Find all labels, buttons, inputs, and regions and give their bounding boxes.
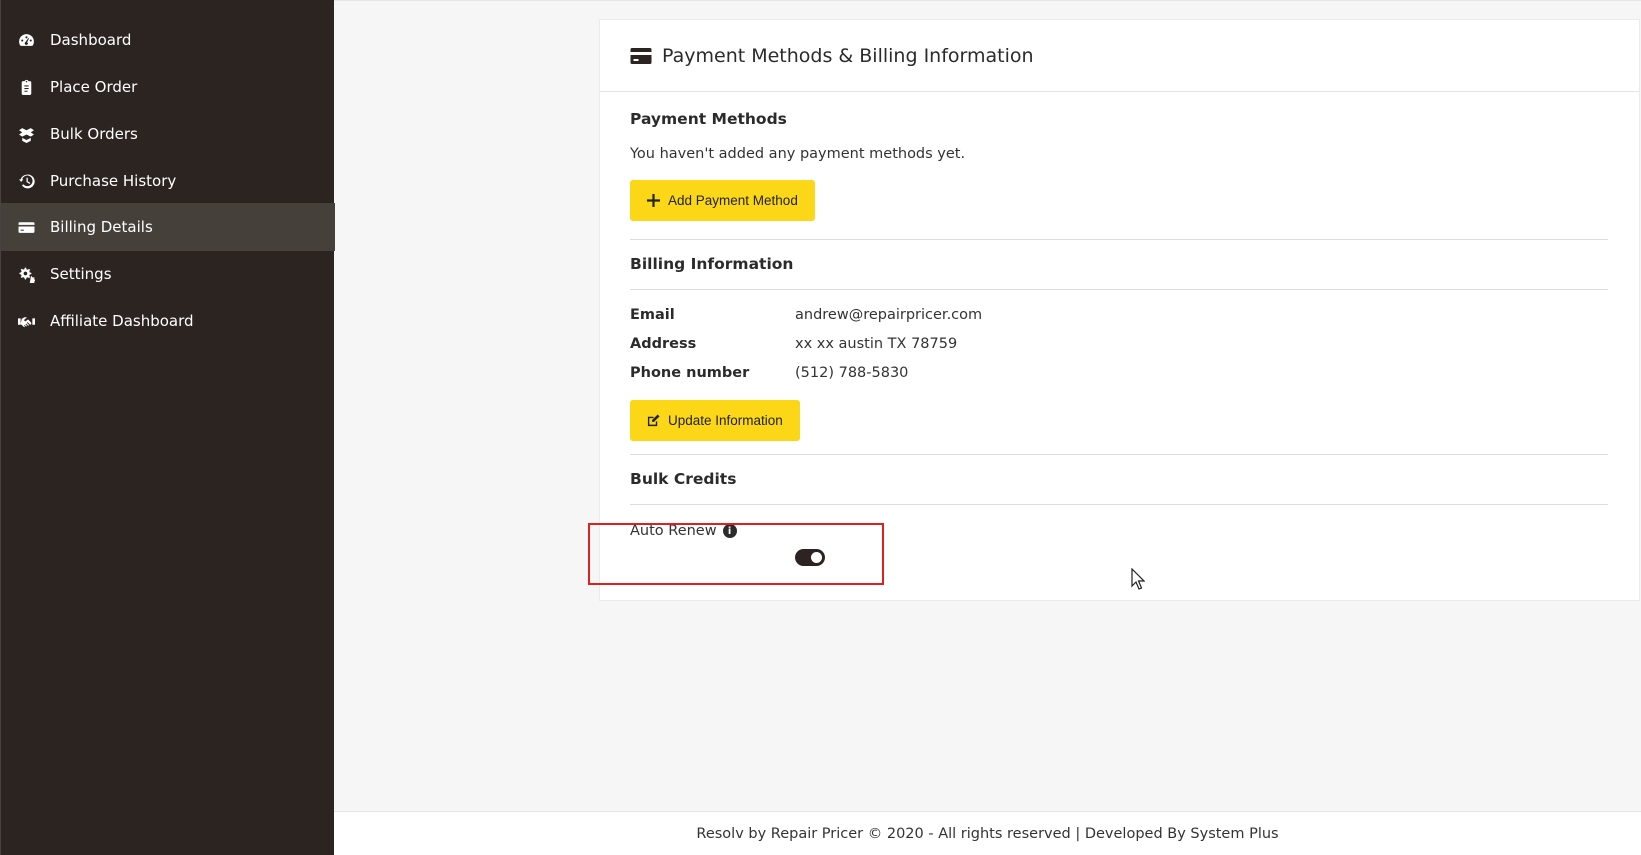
divider — [630, 239, 1608, 240]
highlight-box — [588, 523, 884, 585]
handshake-icon — [17, 312, 35, 330]
divider — [630, 289, 1608, 290]
history-icon — [17, 172, 35, 190]
add-payment-method-button[interactable]: Add Payment Method — [630, 180, 815, 221]
sidebar-item-label: Affiliate Dashboard — [50, 312, 194, 330]
footer-text: Resolv by Repair Pricer © 2020 - All rig… — [696, 826, 1279, 842]
no-payment-methods-text: You haven't added any payment methods ye… — [630, 146, 966, 162]
divider — [630, 504, 1608, 505]
sidebar-item-label: Billing Details — [50, 218, 153, 236]
boxes-icon — [17, 125, 35, 143]
address-label: Address — [630, 336, 697, 352]
update-information-button[interactable]: Update Information — [630, 400, 800, 441]
email-label: Email — [630, 307, 675, 323]
sidebar-item-label: Purchase History — [50, 172, 177, 190]
billing-information-heading: Billing Information — [630, 255, 794, 273]
phone-label: Phone number — [630, 365, 750, 381]
update-information-label: Update Information — [668, 413, 783, 428]
mouse-pointer-icon — [1131, 568, 1145, 590]
footer: Resolv by Repair Pricer © 2020 - All rig… — [334, 811, 1641, 855]
edit-icon — [647, 414, 660, 427]
divider — [630, 454, 1608, 455]
sidebar-item-label: Place Order — [50, 78, 138, 96]
cogs-icon — [17, 265, 35, 283]
sidebar: Dashboard Place Order Bulk Orders Purcha… — [0, 0, 335, 855]
page-title: Payment Methods & Billing Information — [662, 44, 1034, 67]
tachometer-icon — [17, 31, 35, 49]
billing-card: Payment Methods & Billing Information Pa… — [588, 19, 1640, 601]
email-value: andrew@repairpricer.com — [795, 307, 983, 323]
sidebar-item-label: Bulk Orders — [50, 125, 138, 143]
address-value: xx xx austin TX 78759 — [795, 336, 958, 352]
sidebar-item-settings[interactable]: Settings — [1, 250, 335, 298]
add-payment-method-label: Add Payment Method — [668, 193, 798, 208]
credit-card-icon — [630, 47, 652, 64]
credit-card-icon — [17, 218, 35, 236]
clipboard-icon — [17, 78, 35, 96]
sidebar-item-bulk-orders[interactable]: Bulk Orders — [1, 110, 335, 158]
plus-icon — [647, 194, 660, 207]
bulk-credits-heading: Bulk Credits — [630, 470, 737, 488]
card-header: Payment Methods & Billing Information — [600, 20, 1639, 92]
sidebar-item-billing-details[interactable]: Billing Details — [1, 203, 335, 251]
phone-value: (512) 788-5830 — [795, 365, 909, 381]
sidebar-item-purchase-history[interactable]: Purchase History — [1, 157, 335, 205]
sidebar-item-label: Settings — [50, 265, 112, 283]
payment-methods-heading: Payment Methods — [630, 110, 787, 128]
sidebar-item-place-order[interactable]: Place Order — [1, 63, 335, 111]
main-content: Payment Methods & Billing Information Pa… — [334, 0, 1641, 855]
sidebar-item-label: Dashboard — [50, 31, 132, 49]
sidebar-item-dashboard[interactable]: Dashboard — [1, 16, 335, 64]
sidebar-item-affiliate-dashboard[interactable]: Affiliate Dashboard — [1, 297, 335, 345]
